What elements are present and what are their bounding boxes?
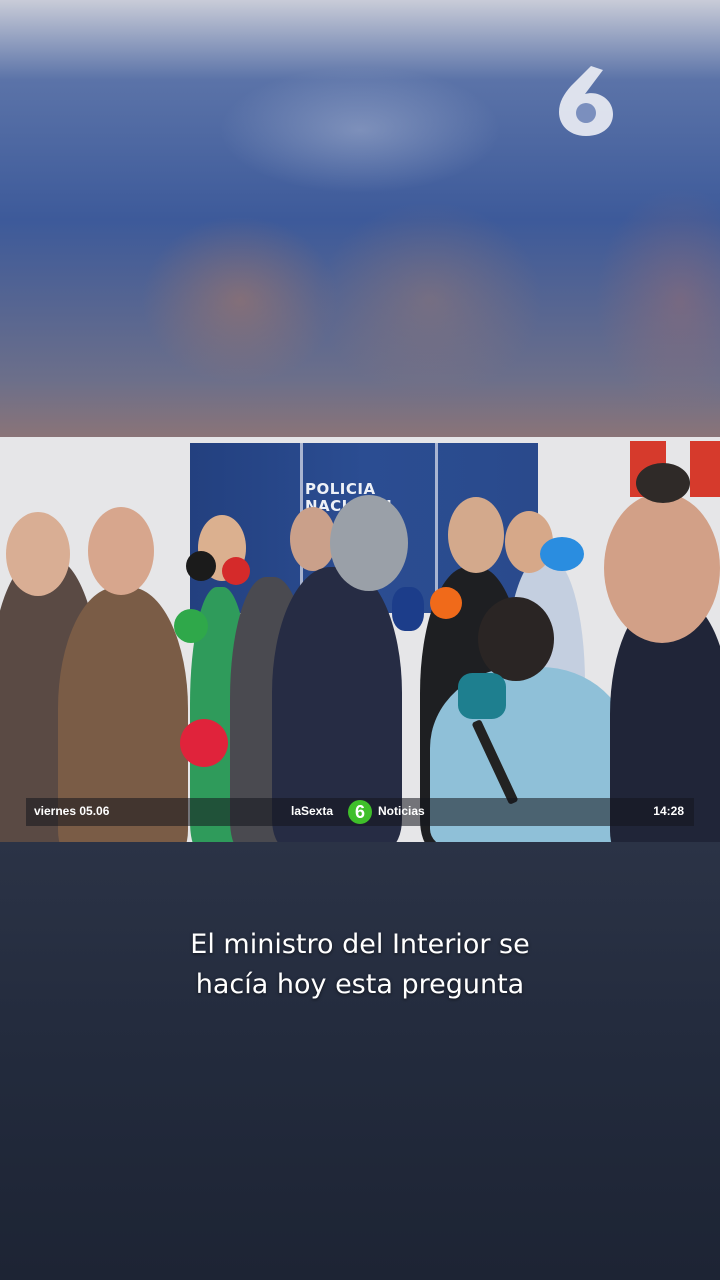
lasexta-logo-icon: 6 [348, 800, 372, 824]
microphone [222, 557, 250, 585]
microphone-tve [540, 537, 584, 571]
news-video-frame[interactable]: POLICIA NACIONAL viernes 05.06 laSexta 6… [0, 437, 720, 842]
head [88, 507, 154, 595]
microphone-antena3 [430, 587, 462, 619]
caption-line-1: El ministro del Interior se [190, 929, 530, 960]
microphone [180, 719, 228, 767]
ticker-section: Noticias [378, 804, 425, 818]
microphone-lasexta [174, 609, 208, 643]
head [478, 597, 554, 681]
ticker-brand: laSexta [291, 804, 334, 818]
head [604, 493, 720, 643]
microphone [186, 551, 216, 581]
ticker-time: 14:28 [653, 804, 684, 818]
ticker-date: viernes 05.06 [34, 804, 110, 818]
fire-sign-2 [690, 441, 720, 497]
head [6, 512, 70, 596]
caption-line-2: hacía hoy esta pregunta [195, 969, 525, 1000]
microphone [392, 587, 424, 631]
head [448, 497, 504, 573]
minister-head [330, 495, 408, 591]
lasexta-6-icon [559, 66, 613, 136]
blurred-background-bottom [0, 842, 720, 1280]
head [636, 463, 690, 503]
news-ticker-bar: viernes 05.06 laSexta 6 Noticias 14:28 [26, 798, 694, 826]
subtitle-caption: El ministro del Interior se hacía hoy es… [60, 925, 660, 1005]
microphone [458, 673, 506, 719]
